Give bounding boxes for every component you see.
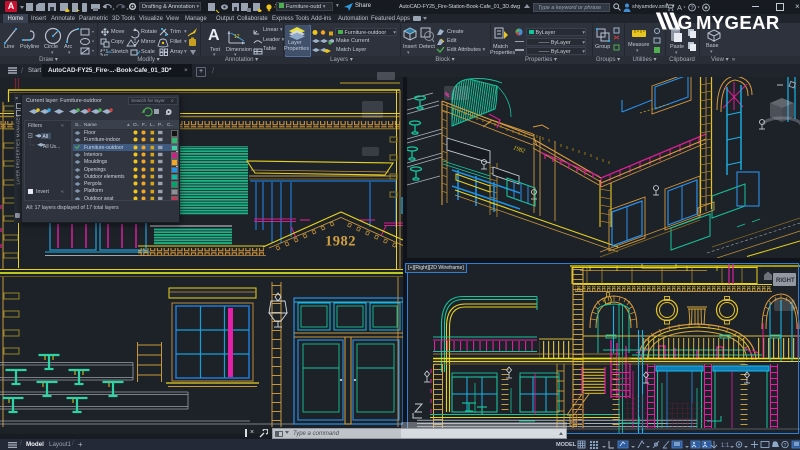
svg-text:All Us...: All Us...: [43, 144, 60, 150]
svg-text:RIGHT: RIGHT: [776, 278, 795, 284]
svg-text:1982: 1982: [325, 234, 356, 250]
svg-text:1:1: 1:1: [721, 443, 730, 449]
svg-text:1982: 1982: [512, 145, 525, 155]
svg-text:?: ?: [784, 443, 787, 449]
svg-text:All: All: [43, 134, 49, 140]
svg-text:MYGEAR: MYGEAR: [696, 12, 780, 32]
svg-text:G: G: [678, 13, 693, 32]
svg-text:12: 12: [234, 34, 240, 40]
